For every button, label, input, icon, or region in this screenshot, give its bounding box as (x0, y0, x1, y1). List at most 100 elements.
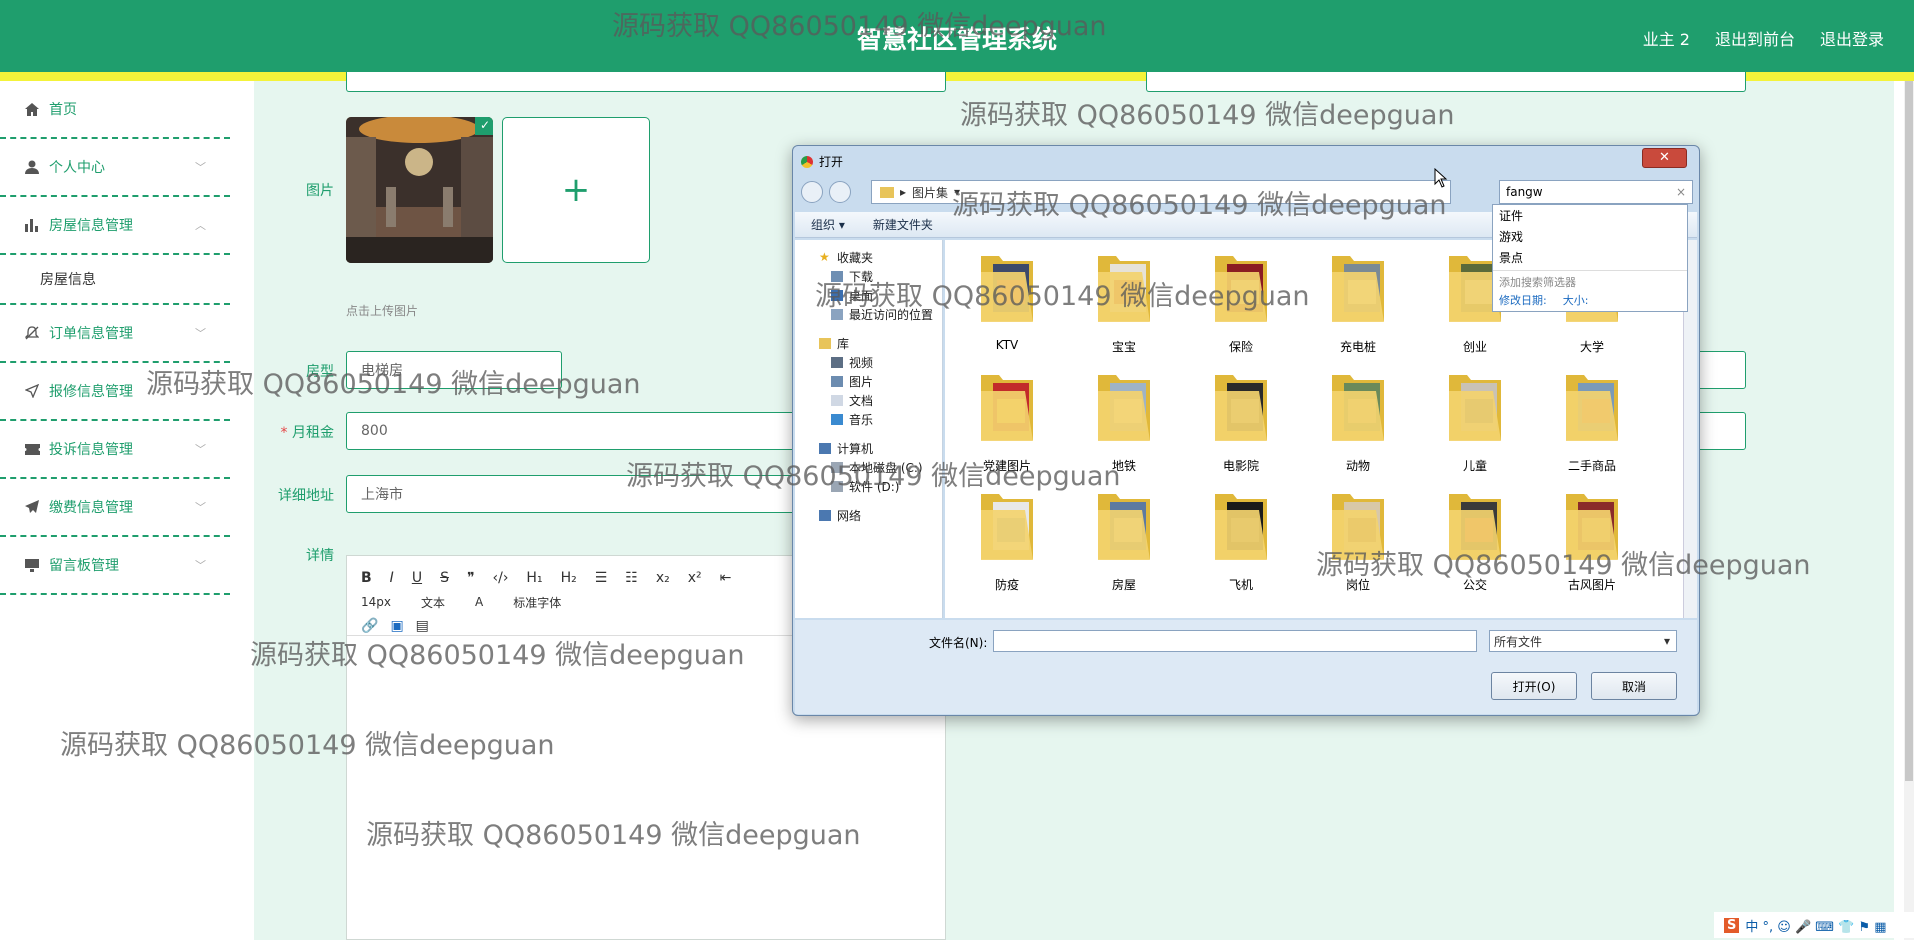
folder-item[interactable]: 动物 (1308, 365, 1408, 475)
back-button[interactable] (801, 181, 823, 203)
tree-favorites[interactable]: ★ 收藏夹 (795, 248, 942, 267)
folder-item[interactable]: 儿童 (1425, 365, 1525, 475)
folder-item[interactable]: 公交 (1425, 484, 1525, 594)
folder-icon (1566, 375, 1618, 441)
tree-label: 文档 (849, 394, 874, 408)
bold-button[interactable]: B (361, 570, 372, 586)
folder-item[interactable]: 保险 (1191, 246, 1291, 356)
dialog-title: 打开 (819, 155, 844, 169)
filetype-select[interactable]: 所有文件 ▾ (1489, 630, 1677, 652)
breadcrumb[interactable]: 图片集 (912, 184, 948, 201)
filetype-value: 所有文件 (1494, 634, 1543, 649)
folder-item[interactable]: 岗位 (1308, 484, 1408, 594)
sidebar-item-payment[interactable]: 缴费信息管理 ﹀ (0, 479, 230, 537)
open-button[interactable]: 打开(O) (1491, 672, 1577, 700)
suggestion-item[interactable]: 景点 (1493, 247, 1687, 268)
superscript-button[interactable]: x² (688, 570, 702, 586)
filter-size-link[interactable]: 大小: (1563, 292, 1589, 308)
huxing-select[interactable]: 电梯房 (346, 351, 562, 389)
h2-button[interactable]: H₂ (561, 570, 577, 586)
sidebar-subitem-house-info[interactable]: 房屋信息 (0, 255, 230, 305)
tree-music[interactable]: 音乐 (795, 410, 942, 429)
suggestion-item[interactable]: 证件 (1493, 205, 1687, 226)
page-scrollbar[interactable] (1904, 81, 1914, 940)
tree-pictures[interactable]: 图片 (795, 372, 942, 391)
search-input[interactable]: fangw × (1499, 180, 1693, 204)
folder-label: 二手商品 (1567, 459, 1616, 473)
document-icon (831, 395, 843, 406)
sogou-icon[interactable]: S (1724, 917, 1740, 933)
quote-button[interactable]: ❞ (467, 570, 475, 586)
sidebar-item-complaint[interactable]: 投诉信息管理 ﹀ (0, 421, 230, 479)
ime-mode-icon[interactable]: 中 °, ☺ 🎤 ⌨ 👕 ⚑ ▦ (1745, 916, 1886, 935)
page-scroll-thumb[interactable] (1905, 81, 1913, 781)
sidebar-item-label: 留言板管理 (49, 558, 119, 574)
tree-computer[interactable]: 计算机 (795, 439, 942, 458)
folder-item[interactable]: 防疫 (957, 484, 1057, 594)
home-icon (24, 101, 40, 117)
folder-item[interactable]: 飞机 (1191, 484, 1291, 594)
font-color-button[interactable]: A (475, 595, 483, 609)
folder-item[interactable]: 地铁 (1074, 365, 1174, 475)
font-family-select[interactable]: 标准字体 (513, 594, 561, 611)
tree-disk-d[interactable]: 软件 (D:) (795, 477, 942, 496)
upload-plus-button[interactable]: + (502, 117, 650, 263)
folder-item[interactable]: 党建图片 (957, 365, 1057, 475)
divider (1493, 270, 1687, 271)
sidebar-item-order[interactable]: 订单信息管理 ﹀ (0, 305, 230, 363)
folder-item[interactable]: KTV (957, 246, 1057, 356)
sidebar-item-personal[interactable]: 个人中心 ﹀ (0, 139, 230, 197)
subscript-button[interactable]: x₂ (656, 570, 670, 586)
dialog-close-button[interactable]: ✕ (1642, 148, 1687, 168)
folder-item[interactable]: 宝宝 (1074, 246, 1174, 356)
code-button[interactable]: ‹/› (493, 570, 509, 586)
forward-button[interactable] (829, 181, 851, 203)
filename-input[interactable] (993, 630, 1477, 652)
sidebar-item-home[interactable]: 首页 (0, 81, 230, 139)
tree-network[interactable]: 网络 (795, 506, 942, 525)
new-folder-button[interactable]: 新建文件夹 (873, 216, 933, 233)
folder-item[interactable]: 房屋 (1074, 484, 1174, 594)
folder-item[interactable]: 充电桩 (1308, 246, 1408, 356)
strike-button[interactable]: S (440, 570, 449, 586)
tree-videos[interactable]: 视频 (795, 353, 942, 372)
ime-tray: S 中 °, ☺ 🎤 ⌨ 👕 ⚑ ▦ (1714, 912, 1914, 938)
tree-library[interactable]: 库 (795, 334, 942, 353)
video-icon[interactable]: ▤ (416, 618, 429, 634)
address-bar[interactable]: ▸ 图片集 ▾ (871, 180, 1451, 204)
folder-item[interactable]: 二手商品 (1542, 365, 1642, 475)
suggestion-item[interactable]: 游戏 (1493, 226, 1687, 247)
underline-button[interactable]: U (412, 570, 422, 586)
text-style-select[interactable]: 文本 (421, 594, 445, 611)
tree-documents[interactable]: 文档 (795, 391, 942, 410)
clear-icon[interactable]: × (1676, 185, 1686, 199)
folder-item[interactable]: 古风图片 (1542, 484, 1642, 594)
tree-desktop[interactable]: 桌面 (795, 286, 942, 305)
filter-date-link[interactable]: 修改日期: (1499, 292, 1547, 308)
link-icon[interactable]: 🔗 (361, 618, 378, 634)
tree-disk-c[interactable]: 本地磁盘 (C:) (795, 458, 942, 477)
uploaded-image[interactable]: ✓ (346, 117, 493, 263)
exit-to-front-link[interactable]: 退出到前台 (1715, 26, 1795, 50)
top-field-right[interactable] (1146, 72, 1746, 92)
organize-button[interactable]: 组织 ▾ (811, 216, 845, 233)
folder-item[interactable]: 电影院 (1191, 365, 1291, 475)
cancel-button[interactable]: 取消 (1591, 672, 1677, 700)
sidebar-item-message[interactable]: 留言板管理 ﹀ (0, 537, 230, 595)
tree-downloads[interactable]: 下载 (795, 267, 942, 286)
ordered-list-button[interactable]: ☰ (595, 570, 608, 586)
indent-button[interactable]: ⇤ (720, 570, 732, 586)
logout-link[interactable]: 退出登录 (1820, 26, 1884, 50)
h1-button[interactable]: H₁ (526, 570, 542, 586)
sidebar-item-repair[interactable]: 报修信息管理 ﹀ (0, 363, 230, 421)
sidebar-item-house[interactable]: 房屋信息管理 ︿ (0, 197, 230, 255)
sidebar-item-label: 投诉信息管理 (49, 442, 133, 458)
tree-recent[interactable]: 最近访问的位置 (795, 305, 942, 324)
italic-button[interactable]: I (390, 570, 394, 586)
user-name-link[interactable]: 业主 2 (1643, 26, 1690, 50)
image-icon[interactable]: ▣ (390, 618, 403, 634)
bullet-list-button[interactable]: ☷ (625, 570, 638, 586)
font-size-select[interactable]: 14px (361, 595, 391, 609)
top-field-left[interactable] (346, 72, 946, 92)
tree-label: 计算机 (837, 442, 874, 456)
